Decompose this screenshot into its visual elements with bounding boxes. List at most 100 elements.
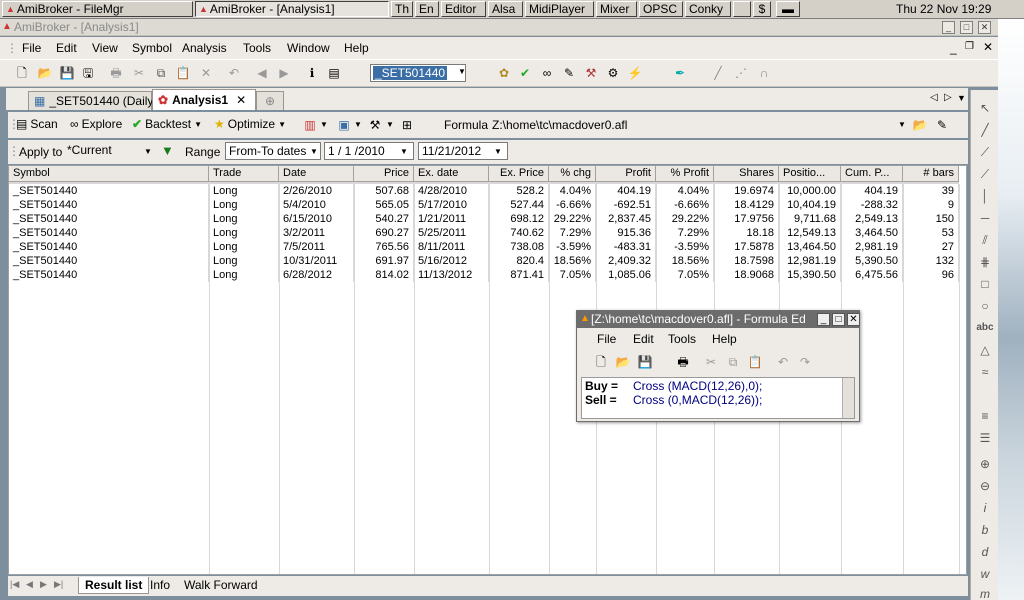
italic-m-icon[interactable]: m	[976, 586, 994, 600]
chevron-down-icon[interactable]: ▼	[320, 120, 328, 129]
range-select[interactable]: From-To dates	[225, 142, 321, 160]
forward-icon[interactable]: ▶	[276, 65, 292, 81]
column-header-ex-price[interactable]: Ex. Price	[489, 166, 549, 182]
fe-menu-help[interactable]: Help	[712, 332, 737, 346]
tab-info[interactable]: Info	[150, 578, 170, 592]
tab-scroll-right-icon[interactable]: ▷	[944, 92, 952, 103]
italic-w-icon[interactable]: w	[976, 566, 994, 582]
open-icon[interactable]: 📂	[37, 65, 53, 81]
horizontal-line-icon[interactable]: ─	[976, 210, 994, 226]
column-header-position[interactable]: Positio...	[779, 166, 841, 182]
column-header-price[interactable]: Price	[354, 166, 414, 182]
dotted-line-icon[interactable]: ⋰	[733, 65, 749, 81]
line-icon[interactable]: ╱	[976, 122, 994, 138]
pointer-icon[interactable]: ↖	[976, 100, 994, 116]
column-header-cum-profit[interactable]: Cum. P...	[841, 166, 903, 182]
menu-symbol[interactable]: Symbol	[132, 41, 172, 55]
filter-icon[interactable]: ▼	[161, 143, 174, 158]
last-tab-icon[interactable]: ▶|	[54, 579, 63, 590]
optimize-button[interactable]: ★ Optimize ▼	[214, 117, 286, 131]
zoom-out-icon[interactable]: ⊖	[976, 478, 994, 494]
taskbar-item-conky[interactable]: Conky	[685, 1, 731, 17]
magnet-icon[interactable]: ∩	[756, 65, 772, 81]
taskbar-item-opsc[interactable]: OPSC	[639, 1, 683, 17]
channel-icon[interactable]: ⫽	[976, 232, 994, 248]
cut-icon[interactable]: ✂	[131, 65, 147, 81]
menu-window[interactable]: Window	[287, 41, 330, 55]
vertical-line-icon[interactable]: │	[976, 188, 994, 204]
menu-view[interactable]: View	[92, 41, 118, 55]
backtest-button[interactable]: ✔ Backtest ▼	[132, 117, 202, 131]
notes-icon[interactable]: ✎	[561, 65, 577, 81]
chevron-down-icon[interactable]: ▼	[494, 147, 502, 156]
tab-chart[interactable]: ▦ _SET501440 (Daily	[28, 91, 153, 110]
fe-menu-tools[interactable]: Tools	[668, 332, 696, 346]
taskbar-item-th[interactable]: Th	[391, 1, 413, 17]
chevron-down-icon[interactable]: ▼	[458, 67, 466, 76]
redo-icon[interactable]: ↷	[797, 354, 813, 370]
back-icon[interactable]: ◀	[254, 65, 270, 81]
taskbar-item-dollar[interactable]: $	[753, 1, 771, 17]
save-icon[interactable]: 💾	[637, 354, 653, 370]
taskbar-blank-button[interactable]	[733, 1, 751, 17]
italic-i-icon[interactable]: i	[976, 500, 994, 516]
chevron-down-icon[interactable]: ▼	[354, 120, 362, 129]
chevron-down-icon[interactable]: ▼	[386, 120, 394, 129]
column-header-pct-chg[interactable]: % chg	[549, 166, 596, 182]
chevron-down-icon[interactable]: ▼	[144, 147, 152, 156]
save-all-icon[interactable]: 🖫	[80, 65, 96, 81]
window-close-button[interactable]: ✕	[978, 21, 991, 34]
ellipse-icon[interactable]: ○	[976, 298, 994, 314]
window-minimize-button[interactable]: _	[942, 21, 955, 34]
tools-icon[interactable]: ⚙	[605, 65, 621, 81]
open-formula-icon[interactable]: 📂	[912, 117, 928, 133]
code-scrollbar[interactable]	[842, 378, 854, 418]
highlight-icon[interactable]: ✒	[672, 65, 688, 81]
glasses-icon[interactable]: ∞	[539, 65, 555, 81]
column-header-shares[interactable]: Shares	[714, 166, 779, 182]
indicator-icon[interactable]: ✿	[496, 65, 512, 81]
paste-icon[interactable]: 📋	[175, 65, 191, 81]
chevron-down-icon[interactable]: ▼	[310, 147, 318, 156]
explore-button[interactable]: ∞ Explore	[70, 117, 122, 131]
hammer-icon[interactable]: ⚒	[583, 65, 599, 81]
cut-icon[interactable]: ✂	[703, 354, 719, 370]
trendline-icon[interactable]: ⟋	[976, 166, 994, 182]
triangle-icon[interactable]: △	[976, 342, 994, 358]
bar-chart-icon[interactable]: ▥	[302, 117, 318, 133]
arc-icon[interactable]: ≈	[976, 364, 994, 380]
italic-d-icon[interactable]: d	[976, 544, 994, 560]
minimize-icon[interactable]: _	[817, 313, 830, 326]
fe-menu-file[interactable]: File	[597, 332, 616, 346]
copy-icon[interactable]: ⧉	[153, 65, 169, 81]
menu-tools[interactable]: Tools	[243, 41, 271, 55]
chart-tools-icon[interactable]: ✔	[517, 65, 533, 81]
taskbar-minimize-all-button[interactable]: ▬	[776, 1, 800, 17]
line-draw-icon[interactable]: ╱	[710, 65, 726, 81]
prev-tab-icon[interactable]: ◀	[26, 579, 33, 590]
taskbar-item-midiplayer[interactable]: MidiPlayer	[525, 1, 594, 17]
undo-icon[interactable]: ↶	[226, 65, 242, 81]
taskbar-item-alsa[interactable]: Alsa	[488, 1, 523, 17]
new-tab-button[interactable]: ⊕	[256, 91, 284, 110]
taskbar-item-mixer[interactable]: Mixer	[596, 1, 637, 17]
close-tab-icon[interactable]: ✕	[236, 92, 246, 109]
taskbar-item-analysis[interactable]: ▲ AmiBroker - [Analysis1]	[195, 1, 389, 17]
ray-icon[interactable]: ⟋	[976, 144, 994, 160]
fe-menu-edit[interactable]: Edit	[633, 332, 654, 346]
parameters-icon[interactable]: ⊞	[399, 117, 415, 133]
wizard-icon[interactable]: ⚡	[627, 65, 643, 81]
italic-b-icon[interactable]: b	[976, 522, 994, 538]
save-icon[interactable]: 💾	[59, 65, 75, 81]
mdi-close-icon[interactable]: ✕	[983, 40, 993, 54]
column-header-date[interactable]: Date	[279, 166, 354, 182]
chevron-down-icon[interactable]: ▼	[400, 147, 408, 156]
column-header-trade[interactable]: Trade	[209, 166, 279, 182]
tab-walk-forward[interactable]: Walk Forward	[184, 578, 258, 592]
tab-scroll-left-icon[interactable]: ◁	[930, 92, 938, 103]
next-tab-icon[interactable]: ▶	[40, 579, 47, 590]
maximize-icon[interactable]: □	[832, 313, 845, 326]
delete-icon[interactable]: ✕	[198, 65, 214, 81]
window-maximize-button[interactable]: □	[960, 21, 973, 34]
column-header-pct-profit[interactable]: % Profit	[656, 166, 714, 182]
